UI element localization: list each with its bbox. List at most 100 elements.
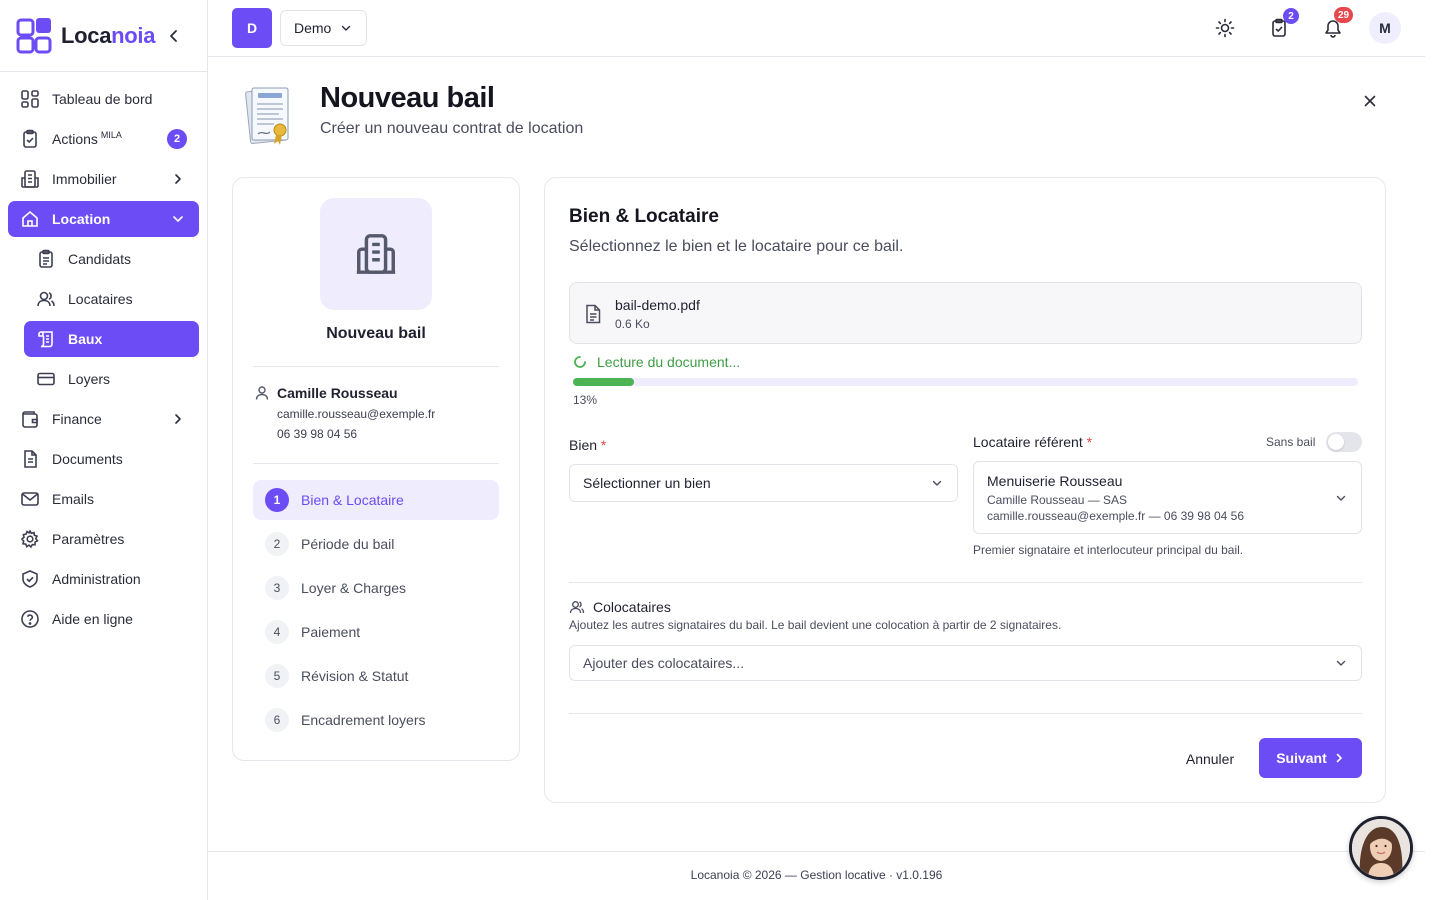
users-icon bbox=[37, 291, 55, 307]
logo-icon bbox=[16, 17, 52, 53]
uploaded-file[interactable]: bail-demo.pdf 0.6 Ko bbox=[569, 282, 1362, 344]
actions-count-badge: 2 bbox=[167, 129, 187, 149]
page-title: Nouveau bail bbox=[320, 82, 495, 114]
sidebar-item-loyers[interactable]: Loyers bbox=[24, 361, 199, 397]
clipboard-check-icon bbox=[23, 129, 37, 148]
divider bbox=[569, 582, 1362, 583]
document-icon bbox=[24, 450, 37, 468]
sidebar-item-location[interactable]: Location bbox=[8, 201, 199, 237]
sidebar-item-label: Finance bbox=[52, 411, 102, 427]
footer-divider bbox=[208, 851, 1425, 852]
sidebar-item-finance[interactable]: Finance bbox=[8, 401, 199, 437]
clipboard-list-icon bbox=[39, 249, 53, 268]
contact-name: Camille Rousseau bbox=[277, 385, 398, 401]
scroll-icon bbox=[38, 331, 53, 348]
sidebar-item-dashboard[interactable]: Tableau de bord bbox=[8, 81, 199, 117]
step-label: Révision & Statut bbox=[301, 668, 409, 684]
next-button-label: Suivant bbox=[1276, 750, 1327, 766]
step-paiement[interactable]: 4 Paiement bbox=[253, 612, 499, 652]
sidebar-item-label: Candidats bbox=[68, 251, 132, 267]
sidebar-item-locataires[interactable]: Locataires bbox=[24, 281, 199, 317]
page-subtitle: Créer un nouveau contrat de location bbox=[320, 120, 584, 137]
tasks-badge: 2 bbox=[1283, 8, 1299, 24]
loading-spinner-icon bbox=[574, 356, 586, 368]
locataire-contact: camille.rousseau@exemple.fr — 06 39 98 0… bbox=[987, 509, 1244, 523]
step-number: 4 bbox=[265, 620, 289, 644]
wallet-icon bbox=[22, 411, 38, 428]
sidebar-item-emails[interactable]: Emails bbox=[8, 481, 199, 517]
step-label: Encadrement loyers bbox=[301, 712, 426, 728]
sidebar-item-actions[interactable]: Actions MILA 2 bbox=[8, 121, 199, 157]
locataire-label: Locataire référent * bbox=[973, 434, 1093, 450]
step-number: 5 bbox=[265, 664, 289, 688]
lease-form-card: Bien & Locataire Sélectionnez le bien et… bbox=[544, 177, 1386, 803]
chevron-down-icon bbox=[341, 25, 351, 31]
step-periode[interactable]: 2 Période du bail bbox=[253, 524, 499, 564]
sidebar-item-label: Locataires bbox=[68, 291, 133, 307]
sidebar-item-candidats[interactable]: Candidats bbox=[24, 241, 199, 277]
sidebar-item-documents[interactable]: Documents bbox=[8, 441, 199, 477]
building-icon bbox=[21, 170, 39, 188]
divider bbox=[253, 463, 499, 464]
user-avatar[interactable]: M bbox=[1369, 12, 1401, 44]
help-circle-icon bbox=[21, 610, 39, 628]
theme-toggle-sun-icon[interactable] bbox=[1215, 18, 1235, 38]
top-bar: D Demo 2 29 M bbox=[208, 0, 1425, 57]
step-bien-locataire[interactable]: 1 Bien & Locataire bbox=[253, 480, 499, 520]
sans-bail-toggle[interactable] bbox=[1326, 432, 1362, 452]
step-label: Bien & Locataire bbox=[301, 492, 404, 508]
bien-select[interactable]: Sélectionner un bien bbox=[569, 464, 958, 502]
user-icon bbox=[255, 386, 269, 400]
summary-title: Nouveau bail bbox=[326, 325, 426, 342]
divider bbox=[569, 713, 1362, 714]
step-number: 6 bbox=[265, 708, 289, 732]
gear-icon bbox=[20, 529, 39, 549]
users-icon bbox=[569, 601, 585, 614]
chevron-down-icon bbox=[932, 480, 942, 486]
close-icon[interactable] bbox=[1362, 93, 1378, 109]
divider bbox=[253, 366, 499, 367]
colocataires-placeholder: Ajouter des colocataires... bbox=[583, 655, 745, 671]
shield-check-icon bbox=[22, 570, 38, 588]
step-encadrement[interactable]: 6 Encadrement loyers bbox=[253, 700, 499, 740]
next-button[interactable]: Suivant bbox=[1259, 738, 1362, 778]
sidebar-item-label: Actions bbox=[52, 131, 98, 147]
step-number: 3 bbox=[265, 576, 289, 600]
contact-email: camille.rousseau@exemple.fr bbox=[277, 407, 436, 421]
org-avatar[interactable]: D bbox=[232, 8, 272, 48]
sidebar-item-aide[interactable]: Aide en ligne bbox=[8, 601, 199, 637]
org-selector[interactable]: Demo bbox=[280, 10, 367, 46]
chevron-down-icon bbox=[173, 216, 183, 222]
cancel-button[interactable]: Annuler bbox=[1171, 748, 1249, 770]
locataire-select[interactable]: Menuiserie Rousseau Camille Rousseau — S… bbox=[973, 461, 1362, 534]
assistant-avatar-button[interactable] bbox=[1349, 816, 1413, 880]
progress-bar bbox=[573, 378, 1358, 386]
step-loyer-charges[interactable]: 3 Loyer & Charges bbox=[253, 568, 499, 608]
toggle-knob bbox=[1328, 434, 1344, 450]
footer: Locanoia © 2026 — Gestion locative · v1.… bbox=[690, 868, 943, 882]
colocataires-select[interactable]: Ajouter des colocataires... bbox=[569, 645, 1362, 681]
sidebar: Locanoia Tableau de bord Actions MILA 2 I… bbox=[0, 0, 208, 900]
file-name: bail-demo.pdf bbox=[615, 297, 700, 313]
sidebar-item-label: Paramètres bbox=[52, 531, 125, 547]
locataire-company: Camille Rousseau — SAS bbox=[987, 493, 1128, 507]
step-revision-statut[interactable]: 5 Révision & Statut bbox=[253, 656, 499, 696]
step-label: Loyer & Charges bbox=[301, 580, 407, 596]
sidebar-item-parametres[interactable]: Paramètres bbox=[8, 521, 199, 557]
progress-fill bbox=[573, 378, 635, 386]
home-icon bbox=[22, 210, 38, 227]
sidebar-item-baux[interactable]: Baux bbox=[24, 321, 199, 357]
sidebar-item-administration[interactable]: Administration bbox=[8, 561, 199, 597]
sidebar-item-immobilier[interactable]: Immobilier bbox=[8, 161, 199, 197]
sans-bail-label: Sans bail bbox=[1266, 435, 1316, 449]
reading-status: Lecture du document... bbox=[597, 354, 741, 370]
form-title: Bien & Locataire bbox=[569, 206, 719, 227]
collapse-sidebar-icon[interactable] bbox=[166, 28, 182, 44]
sidebar-item-label: Location bbox=[52, 211, 111, 227]
logo-text: Locanoia bbox=[61, 22, 156, 48]
step-label: Période du bail bbox=[301, 536, 395, 552]
file-size: 0.6 Ko bbox=[615, 317, 650, 331]
chevron-down-icon bbox=[1336, 495, 1346, 501]
lease-document-illustration bbox=[245, 87, 289, 145]
notifications-badge: 29 bbox=[1334, 7, 1354, 23]
